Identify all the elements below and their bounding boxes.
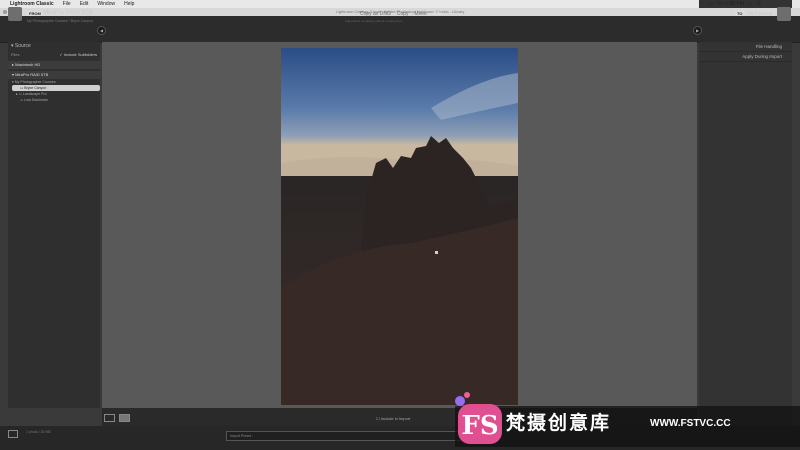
folder-label: Landscape Pro bbox=[23, 92, 47, 96]
photo-count: 1 photo / 20 MB bbox=[26, 430, 51, 434]
source-header-label: Source bbox=[14, 43, 31, 49]
import-preset-dropdown[interactable]: Import Preset : bbox=[226, 431, 461, 441]
wifi-icon[interactable]: ◠ bbox=[699, 1, 703, 7]
include-subfolders-label: Include Subfolders bbox=[63, 52, 97, 57]
back-arrow-icon[interactable]: ◀ bbox=[97, 26, 106, 35]
watermark-text: 梵摄创意库 bbox=[506, 412, 612, 434]
files-label: Files bbox=[11, 52, 20, 57]
menu-bar: Lightroom Classic File Edit Window Help … bbox=[0, 0, 800, 8]
menu-window[interactable]: Window bbox=[97, 1, 115, 7]
import-options-icon[interactable] bbox=[8, 430, 18, 438]
mode-description: Add photos to catalog without moving the… bbox=[345, 19, 403, 23]
destination-name[interactable]: My Catalog bbox=[747, 11, 772, 17]
mode-copy[interactable]: Copy bbox=[397, 11, 409, 17]
right-panel: File Handling Apply During Import bbox=[699, 42, 792, 426]
photo-preview[interactable] bbox=[281, 48, 518, 405]
volume-macintosh-hd[interactable]: ▸ Macintosh HD bbox=[8, 61, 100, 69]
watermark-url: WWW.FSTVC.CC bbox=[650, 418, 731, 429]
clock[interactable]: Fri 1:08 PM bbox=[718, 1, 744, 7]
mode-move[interactable]: Move bbox=[415, 11, 427, 17]
folder-label: Lost Dutchman bbox=[24, 98, 48, 102]
mode-add[interactable]: Add bbox=[433, 11, 442, 17]
watermark-logo: FS bbox=[461, 411, 498, 441]
grid-view-icon[interactable] bbox=[104, 414, 115, 422]
folder-label: My Photographer Courses bbox=[14, 80, 56, 84]
files-filter-row: Files ✓ Include Subfolders bbox=[8, 50, 100, 59]
catalog-icon bbox=[777, 7, 791, 21]
include-in-import[interactable]: ☐ Include in Import bbox=[376, 416, 410, 421]
menu-edit[interactable]: Edit bbox=[80, 1, 89, 7]
search-icon[interactable]: ⌕ bbox=[749, 1, 752, 7]
menu-help[interactable]: Help bbox=[124, 1, 134, 7]
include-subfolders-checkbox[interactable]: ✓ Include Subfolders bbox=[59, 50, 97, 59]
file-handling-panel[interactable]: File Handling bbox=[699, 42, 792, 52]
apply-during-import-panel[interactable]: Apply During Import bbox=[699, 52, 792, 62]
volume-raid[interactable]: ▾ MiraPro RAID 5TB bbox=[8, 71, 100, 79]
include-in-import-label: Include in Import bbox=[380, 416, 411, 421]
menu-file[interactable]: File bbox=[63, 1, 71, 7]
volume-label: MiraPro RAID 5TB bbox=[15, 72, 49, 77]
loupe-view-icon[interactable] bbox=[119, 414, 130, 422]
battery-icon[interactable]: ▭ bbox=[708, 1, 713, 7]
volume-label: Macintosh HD bbox=[15, 62, 41, 67]
folder-label: Bryce Canyon bbox=[24, 86, 47, 90]
source-panel-header[interactable]: ▾ Source bbox=[8, 42, 100, 50]
source-from-tag: FROM bbox=[27, 11, 43, 16]
source-drive-icon bbox=[8, 7, 22, 21]
menu-icon[interactable]: ☰ bbox=[757, 1, 761, 7]
source-panel: ▾ Source Files ✓ Include Subfolders ▸ Ma… bbox=[8, 42, 100, 408]
import-mode-tabs: Copy as DNG Copy Move Add bbox=[360, 11, 442, 17]
source-path: My Photographer Courses / Bryce Canyon bbox=[27, 19, 93, 23]
dest-to-tag: TO bbox=[735, 11, 745, 16]
forward-arrow-icon[interactable]: ▶ bbox=[693, 26, 702, 35]
folder-lost-dutchman[interactable]: ▭ Lost Dutchman bbox=[12, 97, 100, 103]
folder-tree: ▾ My Photographer Courses ▭ Bryce Canyon… bbox=[8, 79, 100, 103]
mode-copy-dng[interactable]: Copy as DNG bbox=[360, 11, 391, 17]
source-name[interactable]: MiraPro RAID 5TB bbox=[43, 10, 93, 16]
